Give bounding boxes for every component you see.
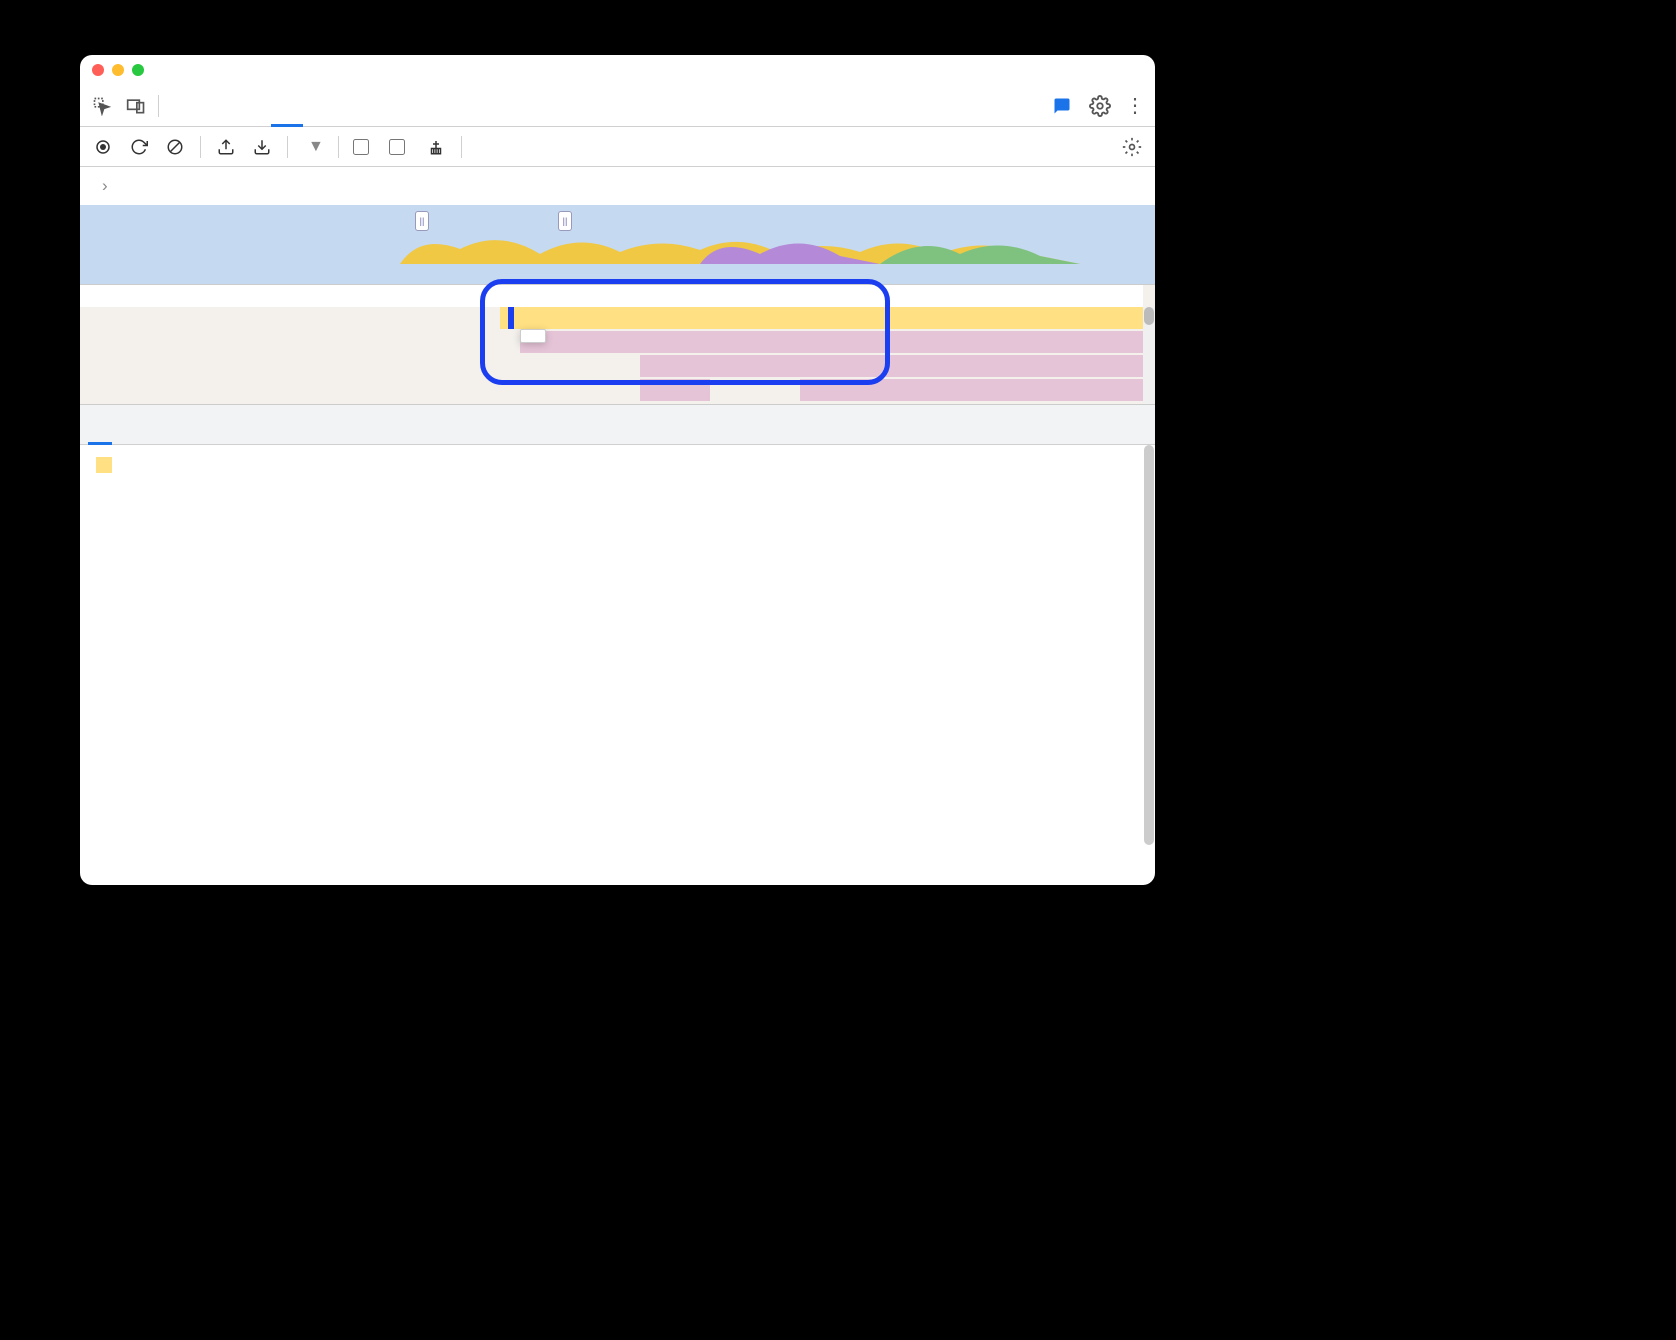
event-tooltip (520, 329, 546, 343)
detail-tabs (80, 405, 1155, 445)
capture-settings-icon[interactable] (1121, 136, 1143, 158)
flame-bar-d[interactable] (640, 379, 710, 401)
separator (287, 136, 288, 158)
flame-chart[interactable] (80, 285, 1155, 405)
titlebar (80, 55, 1155, 85)
flame-scrollbar[interactable] (1143, 307, 1155, 404)
devtools-tabs: ⋮ (80, 85, 1155, 127)
recording-dropdown[interactable]: ▼ (302, 138, 324, 156)
garbage-collect-icon[interactable] (425, 136, 447, 158)
device-icon[interactable] (124, 94, 148, 118)
minimize-icon[interactable] (112, 64, 124, 76)
chevron-down-icon: ▼ (308, 138, 324, 156)
close-icon[interactable] (92, 64, 104, 76)
more-icon[interactable]: ⋮ (1125, 93, 1145, 118)
details-scrollbar[interactable] (1143, 445, 1155, 885)
flame-bar-anonymous[interactable] (800, 379, 1143, 401)
tab-bottom-up[interactable] (122, 405, 146, 445)
messages-badge[interactable] (1053, 97, 1075, 115)
flame-bar[interactable] (520, 331, 1143, 353)
overview-timeline[interactable]: || || (80, 205, 1155, 285)
screenshots-checkbox[interactable] (353, 139, 375, 155)
summary-panel (80, 445, 1155, 885)
chevron-right-icon: › (102, 176, 108, 196)
selected-event-marker (508, 307, 514, 329)
scroll-thumb[interactable] (1144, 307, 1154, 325)
separator (461, 136, 462, 158)
perf-toolbar: ▼ (80, 127, 1155, 167)
separator (200, 136, 201, 158)
tabs-overflow[interactable] (307, 85, 339, 127)
scroll-thumb[interactable] (1144, 445, 1154, 845)
tab-console[interactable] (199, 85, 231, 127)
cpu-chart (380, 224, 1080, 264)
event-color-swatch (96, 457, 112, 473)
flame-ruler (80, 285, 1143, 307)
tab-summary[interactable] (88, 405, 112, 445)
clear-icon[interactable] (164, 136, 186, 158)
download-icon[interactable] (251, 136, 273, 158)
separator (338, 136, 339, 158)
tab-call-tree[interactable] (156, 405, 180, 445)
inspect-icon[interactable] (90, 94, 114, 118)
flame-bar[interactable] (500, 307, 1143, 329)
memory-checkbox[interactable] (389, 139, 411, 155)
breadcrumb: › (80, 167, 1155, 205)
maximize-icon[interactable] (132, 64, 144, 76)
flame-body (80, 307, 1143, 404)
tab-performance[interactable] (271, 85, 303, 127)
devtools-window: ⋮ ▼ › || (80, 55, 1155, 885)
settings-icon[interactable] (1089, 95, 1111, 117)
separator (158, 95, 159, 117)
tab-sources[interactable] (235, 85, 267, 127)
tab-event-log[interactable] (190, 405, 214, 445)
reload-icon[interactable] (128, 136, 150, 158)
event-title (96, 457, 1139, 473)
record-icon[interactable] (92, 136, 114, 158)
tab-elements[interactable] (163, 85, 195, 127)
upload-icon[interactable] (215, 136, 237, 158)
traffic-lights (92, 64, 144, 76)
flame-bar[interactable] (640, 355, 1143, 377)
